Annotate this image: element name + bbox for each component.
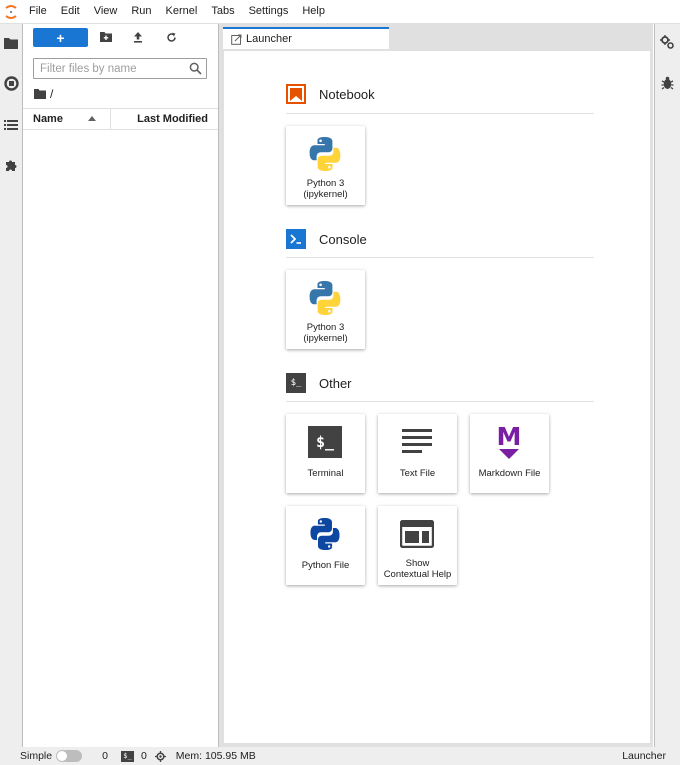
debugger-bug-icon[interactable]	[661, 76, 674, 95]
card-label: Markdown File	[478, 468, 541, 479]
status-bar: Simple 0 $_ 0 Mem: 105.95 MB Launcher	[0, 747, 680, 765]
section-divider	[286, 113, 594, 114]
menu-edit[interactable]: Edit	[54, 0, 87, 23]
contextual-help-icon	[397, 514, 437, 554]
toggle-knob	[57, 751, 68, 761]
filter-files-input[interactable]	[40, 62, 188, 75]
right-sidebar	[654, 24, 680, 747]
section-notebook: Notebook	[286, 84, 375, 104]
notebook-icon	[286, 84, 306, 104]
launcher-card-console-python3[interactable]: Python 3 (ipykernel)	[286, 270, 365, 349]
launcher-card-python-file[interactable]: Python File	[286, 506, 365, 585]
python-file-icon	[305, 514, 345, 554]
menu-kernel[interactable]: Kernel	[159, 0, 205, 23]
breadcrumb-folder-icon[interactable]	[34, 89, 46, 99]
terminal-icon: $_	[305, 422, 345, 462]
section-console-title: Console	[319, 231, 367, 247]
menu-file[interactable]: File	[22, 0, 54, 23]
tab-bar: Launcher	[219, 24, 653, 49]
launcher-card-notebook-python3[interactable]: Python 3 (ipykernel)	[286, 126, 365, 205]
other-icon: $_	[286, 373, 306, 393]
filter-box	[33, 58, 207, 79]
upload-icon[interactable]	[131, 30, 145, 44]
toc-icon[interactable]	[3, 117, 19, 133]
section-divider	[286, 257, 594, 258]
launcher-card-text-file[interactable]: Text File	[378, 414, 457, 493]
text-file-icon	[397, 422, 437, 462]
column-name[interactable]: Name	[23, 109, 111, 129]
folder-icon[interactable]	[3, 35, 19, 51]
search-icon	[189, 62, 202, 75]
section-console: Console	[286, 229, 367, 249]
file-browser-panel: + / Name Last Modified	[23, 24, 219, 747]
tab-launcher-label: Launcher	[246, 33, 292, 45]
menu-bar: File Edit View Run Kernel Tabs Settings …	[0, 0, 680, 24]
markdown-icon: M	[489, 422, 529, 462]
terminal-icon-glyph: $_	[308, 426, 342, 458]
card-label: Python 3 (ipykernel)	[303, 178, 348, 200]
launcher-card-terminal[interactable]: $_ Terminal	[286, 414, 365, 493]
simple-mode-toggle[interactable]	[56, 750, 83, 762]
python-icon	[305, 134, 345, 174]
card-label: Python File	[301, 560, 350, 571]
breadcrumb: /	[34, 87, 53, 101]
file-browser-toolbar: +	[23, 24, 218, 54]
section-other: $_ Other	[286, 373, 352, 393]
terminals-count[interactable]: 0	[141, 750, 147, 762]
column-last-modified[interactable]: Last Modified	[111, 109, 218, 129]
section-notebook-title: Notebook	[319, 86, 375, 102]
card-label: Show Contextual Help	[383, 558, 452, 580]
main-dock-area: Launcher Notebook Python 3 (ipykernel) C…	[219, 24, 653, 747]
card-label: Terminal	[307, 468, 344, 479]
column-name-label: Name	[33, 113, 63, 125]
simple-mode-label: Simple	[20, 750, 53, 762]
menu-settings[interactable]: Settings	[242, 0, 296, 23]
kernels-count[interactable]: 0	[102, 750, 108, 762]
column-last-modified-label: Last Modified	[137, 113, 208, 125]
jupyter-logo-icon[interactable]	[0, 0, 22, 23]
terminal-status-icon: $_	[120, 750, 134, 762]
extension-icon[interactable]	[3, 158, 19, 174]
menu-help[interactable]: Help	[295, 0, 332, 23]
console-icon	[286, 229, 306, 249]
launcher-panel: Notebook Python 3 (ipykernel) Console Py…	[224, 51, 650, 743]
active-tab-name: Launcher	[622, 750, 666, 762]
markdown-icon-glyph: M	[496, 422, 522, 451]
section-divider	[286, 401, 594, 402]
breadcrumb-path[interactable]: /	[50, 87, 53, 101]
property-inspector-icon[interactable]	[660, 35, 675, 55]
sort-ascending-icon	[88, 116, 96, 121]
card-label: Python 3 (ipykernel)	[303, 322, 348, 344]
launcher-tab-icon	[231, 34, 242, 45]
section-other-title: Other	[319, 375, 352, 391]
running-icon[interactable]	[3, 75, 19, 91]
launcher-card-contextual-help[interactable]: Show Contextual Help	[378, 506, 457, 585]
menu-tabs[interactable]: Tabs	[204, 0, 241, 23]
memory-usage: Mem: 105.95 MB	[175, 750, 256, 762]
left-activity-bar	[0, 24, 23, 747]
tab-launcher[interactable]: Launcher	[223, 27, 389, 49]
launcher-card-markdown-file[interactable]: M Markdown File	[470, 414, 549, 493]
new-launcher-button[interactable]: +	[33, 28, 88, 47]
new-folder-icon[interactable]	[99, 30, 113, 44]
file-listing-header: Name Last Modified	[23, 108, 218, 130]
refresh-icon[interactable]	[164, 30, 178, 44]
menu-run[interactable]: Run	[124, 0, 158, 23]
python-icon	[305, 278, 345, 318]
menu-view[interactable]: View	[87, 0, 125, 23]
card-label: Text File	[399, 468, 436, 479]
kernel-status-icon[interactable]	[154, 750, 166, 762]
